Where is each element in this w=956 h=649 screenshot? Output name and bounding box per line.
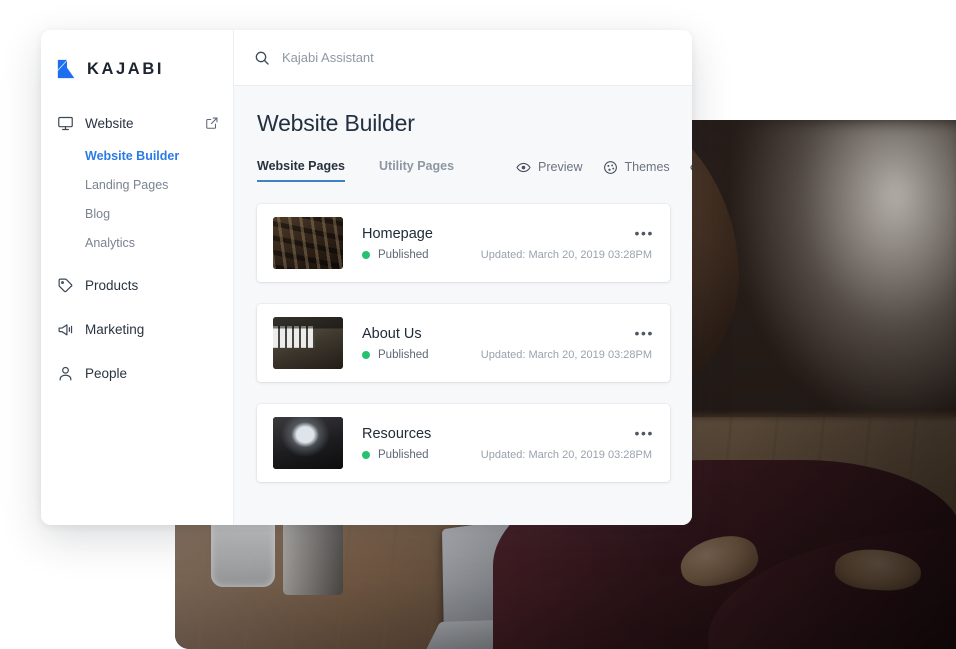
- page-title-homepage: Homepage: [362, 226, 654, 242]
- updated-timestamp: Updated: March 20, 2019 03:28PM: [481, 449, 654, 461]
- person-icon: [57, 365, 74, 382]
- sidebar-item-products[interactable]: Products: [41, 272, 233, 298]
- monitor-icon: [57, 115, 74, 132]
- page-meta: Published Updated: March 20, 2019 03:28P…: [362, 449, 654, 461]
- sidebar-item-website[interactable]: Website: [41, 110, 233, 136]
- page-card-body: About Us Published Updated: March 20, 20…: [362, 326, 654, 361]
- page-card-about-us[interactable]: About Us Published Updated: March 20, 20…: [257, 304, 670, 382]
- page-card-body: Homepage Published Updated: March 20, 20…: [362, 226, 654, 261]
- sidebar-item-people[interactable]: People: [41, 360, 233, 386]
- status-badge: Published: [378, 249, 429, 261]
- preview-label: Preview: [538, 160, 582, 174]
- page-card-homepage[interactable]: Homepage Published Updated: March 20, 20…: [257, 204, 670, 282]
- palette-icon: [603, 160, 618, 175]
- sidebar-item-analytics[interactable]: Analytics: [41, 233, 233, 254]
- menus-button[interactable]: Menus: [690, 160, 692, 175]
- status-badge: Published: [378, 449, 429, 461]
- eye-icon: [516, 160, 531, 175]
- page-thumbnail: [273, 217, 343, 269]
- main-panel: Website Builder Website Pages Utility Pa…: [234, 30, 692, 525]
- status-dot: [362, 351, 370, 359]
- tab-row: Website Pages Utility Pages Preview: [257, 159, 670, 182]
- page-title-resources: Resources: [362, 426, 654, 442]
- external-link-icon[interactable]: [205, 116, 219, 130]
- sidebar-item-landing-pages[interactable]: Landing Pages: [41, 175, 233, 196]
- tag-icon: [57, 277, 74, 294]
- sidebar-item-website-builder[interactable]: Website Builder: [41, 146, 233, 167]
- search-bar: [234, 30, 692, 86]
- kebab-menu-icon[interactable]: •••: [634, 226, 654, 240]
- tab-website-pages[interactable]: Website Pages: [257, 159, 345, 182]
- status-dot: [362, 251, 370, 259]
- search-icon: [254, 50, 270, 66]
- megaphone-icon: [57, 321, 74, 338]
- sidebar-nav: Website Website Builder Landing Pages Bl…: [41, 110, 233, 386]
- themes-button[interactable]: Themes: [603, 160, 670, 175]
- sidebar-item-products-label: Products: [85, 278, 233, 293]
- action-row: Preview Themes: [516, 160, 692, 182]
- page-meta: Published Updated: March 20, 2019 03:28P…: [362, 249, 654, 261]
- kebab-menu-icon[interactable]: •••: [634, 326, 654, 340]
- page-card-resources[interactable]: Resources Published Updated: March 20, 2…: [257, 404, 670, 482]
- sidebar-item-website-label: Website: [85, 116, 205, 131]
- content-area: Website Builder Website Pages Utility Pa…: [234, 86, 692, 525]
- page-thumbnail: [273, 417, 343, 469]
- sidebar-item-marketing[interactable]: Marketing: [41, 316, 233, 342]
- updated-timestamp: Updated: March 20, 2019 03:28PM: [481, 349, 654, 361]
- preview-button[interactable]: Preview: [516, 160, 582, 175]
- app-window: KAJABI Website: [41, 30, 692, 525]
- status-dot: [362, 451, 370, 459]
- sidebar-item-blog[interactable]: Blog: [41, 204, 233, 225]
- page-card-body: Resources Published Updated: March 20, 2…: [362, 426, 654, 461]
- page-title: Website Builder: [257, 110, 670, 137]
- page-thumbnail: [273, 317, 343, 369]
- sidebar-item-marketing-label: Marketing: [85, 322, 233, 337]
- brand-name: KAJABI: [87, 60, 164, 79]
- kajabi-k-mark-icon: [56, 58, 78, 80]
- page-title-about-us: About Us: [362, 326, 654, 342]
- updated-timestamp: Updated: March 20, 2019 03:28PM: [481, 249, 654, 261]
- tab-utility-pages[interactable]: Utility Pages: [379, 159, 454, 182]
- brand-logo[interactable]: KAJABI: [41, 30, 233, 80]
- search-input[interactable]: [282, 50, 672, 65]
- sidebar: KAJABI Website: [41, 30, 234, 525]
- kebab-menu-icon[interactable]: •••: [634, 426, 654, 440]
- status-badge: Published: [378, 349, 429, 361]
- page-meta: Published Updated: March 20, 2019 03:28P…: [362, 349, 654, 361]
- website-sub-nav: Website Builder Landing Pages Blog Analy…: [41, 146, 233, 254]
- link-icon: [690, 160, 692, 175]
- sidebar-item-people-label: People: [85, 366, 233, 381]
- themes-label: Themes: [625, 160, 670, 174]
